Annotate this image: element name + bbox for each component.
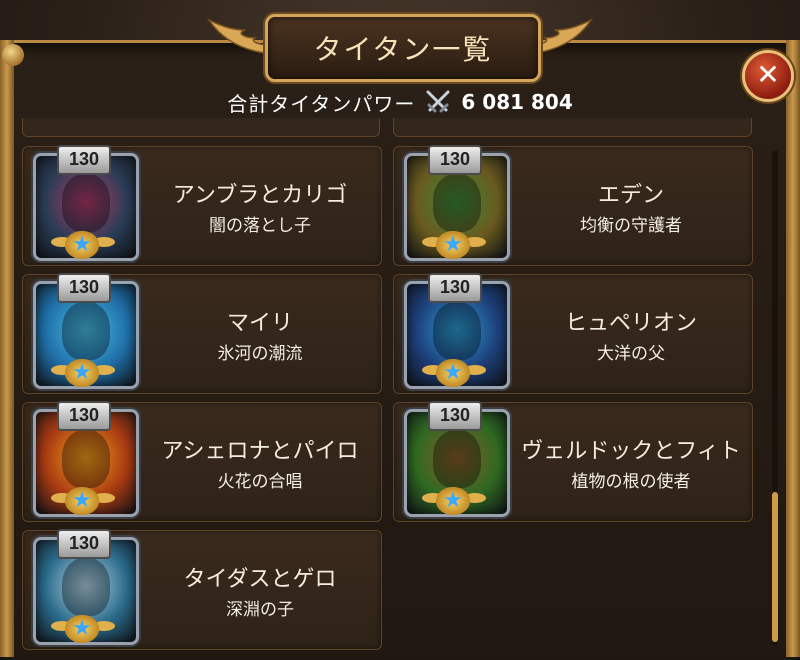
titan-face <box>433 430 481 488</box>
titan-card[interactable]: 130 ★ ヴェルドックとフィト植物の根の使者 <box>393 401 753 522</box>
star-rank-icon: ★ <box>436 487 470 515</box>
close-icon: ✕ <box>756 58 780 91</box>
titan-face <box>433 174 481 232</box>
titan-face <box>62 430 110 488</box>
titan-card[interactable]: 130 ★ ヒュペリオン大洋の父 <box>393 273 753 394</box>
star-rank-icon: ★ <box>65 231 99 259</box>
titan-card[interactable]: 130 ★ エデン均衡の守護者 <box>393 145 753 266</box>
titan-subtitle: 大洋の父 <box>597 344 665 364</box>
titan-subtitle: 植物の根の使者 <box>571 472 691 492</box>
titan-card[interactable]: 130 ★ アンブラとカリゴ闇の落とし子 <box>22 145 382 266</box>
corner-ornament-left <box>2 44 24 66</box>
titan-card[interactable]: 130 ★ タイダスとゲロ深淵の子 <box>22 529 382 650</box>
titan-face <box>62 558 110 616</box>
total-power-value: 6 081 804 <box>461 90 573 114</box>
level-badge: 130 <box>57 273 111 303</box>
titan-card[interactable]: 130 ★ アシェロナとパイロ火花の合唱 <box>22 401 382 522</box>
total-power-label: 合計タイタンパワー <box>227 91 416 116</box>
total-power-row: 合計タイタンパワー 6 081 804 <box>0 88 800 116</box>
star-rank-icon: ★ <box>65 615 99 643</box>
titan-name: エデン <box>597 183 664 208</box>
titan-name: ヒュペリオン <box>564 311 697 336</box>
titan-name: アンブラとカリゴ <box>172 183 348 208</box>
star-rank-icon: ★ <box>436 231 470 259</box>
star-rank-icon: ★ <box>65 359 99 387</box>
level-badge: 130 <box>428 145 482 175</box>
titan-list[interactable]: 130 ★ アンブラとカリゴ闇の落とし子 130 ★ エデン均衡の守護者 130 ★ マイリ氷河… <box>20 118 760 657</box>
titan-card[interactable]: 130 ★ マイリ氷河の潮流 <box>22 273 382 394</box>
titan-subtitle: 深淵の子 <box>226 600 294 620</box>
level-badge: 130 <box>57 401 111 431</box>
level-badge: 130 <box>57 529 111 559</box>
titan-name: マイリ <box>226 311 293 336</box>
level-badge: 130 <box>57 145 111 175</box>
titan-face <box>62 302 110 360</box>
level-badge: 130 <box>428 401 482 431</box>
titan-name: タイダスとゲロ <box>183 567 337 592</box>
window-title: タイタン一覧 <box>265 14 541 82</box>
star-rank-icon: ★ <box>65 487 99 515</box>
titan-subtitle: 火花の合唱 <box>217 472 303 492</box>
crossed-swords-icon <box>426 90 450 113</box>
titan-name: アシェロナとパイロ <box>161 439 359 464</box>
titan-face <box>433 302 481 360</box>
titan-name: ヴェルドックとフィト <box>521 439 741 464</box>
star-rank-icon: ★ <box>436 359 470 387</box>
titan-face <box>62 174 110 232</box>
titan-subtitle: 闇の落とし子 <box>209 216 311 236</box>
frame-right-border <box>786 40 800 657</box>
titan-subtitle: 氷河の潮流 <box>217 344 303 364</box>
level-badge: 130 <box>428 273 482 303</box>
titan-subtitle: 均衡の守護者 <box>580 216 682 236</box>
frame-left-border <box>0 40 14 657</box>
scrollbar-thumb[interactable] <box>772 492 778 642</box>
